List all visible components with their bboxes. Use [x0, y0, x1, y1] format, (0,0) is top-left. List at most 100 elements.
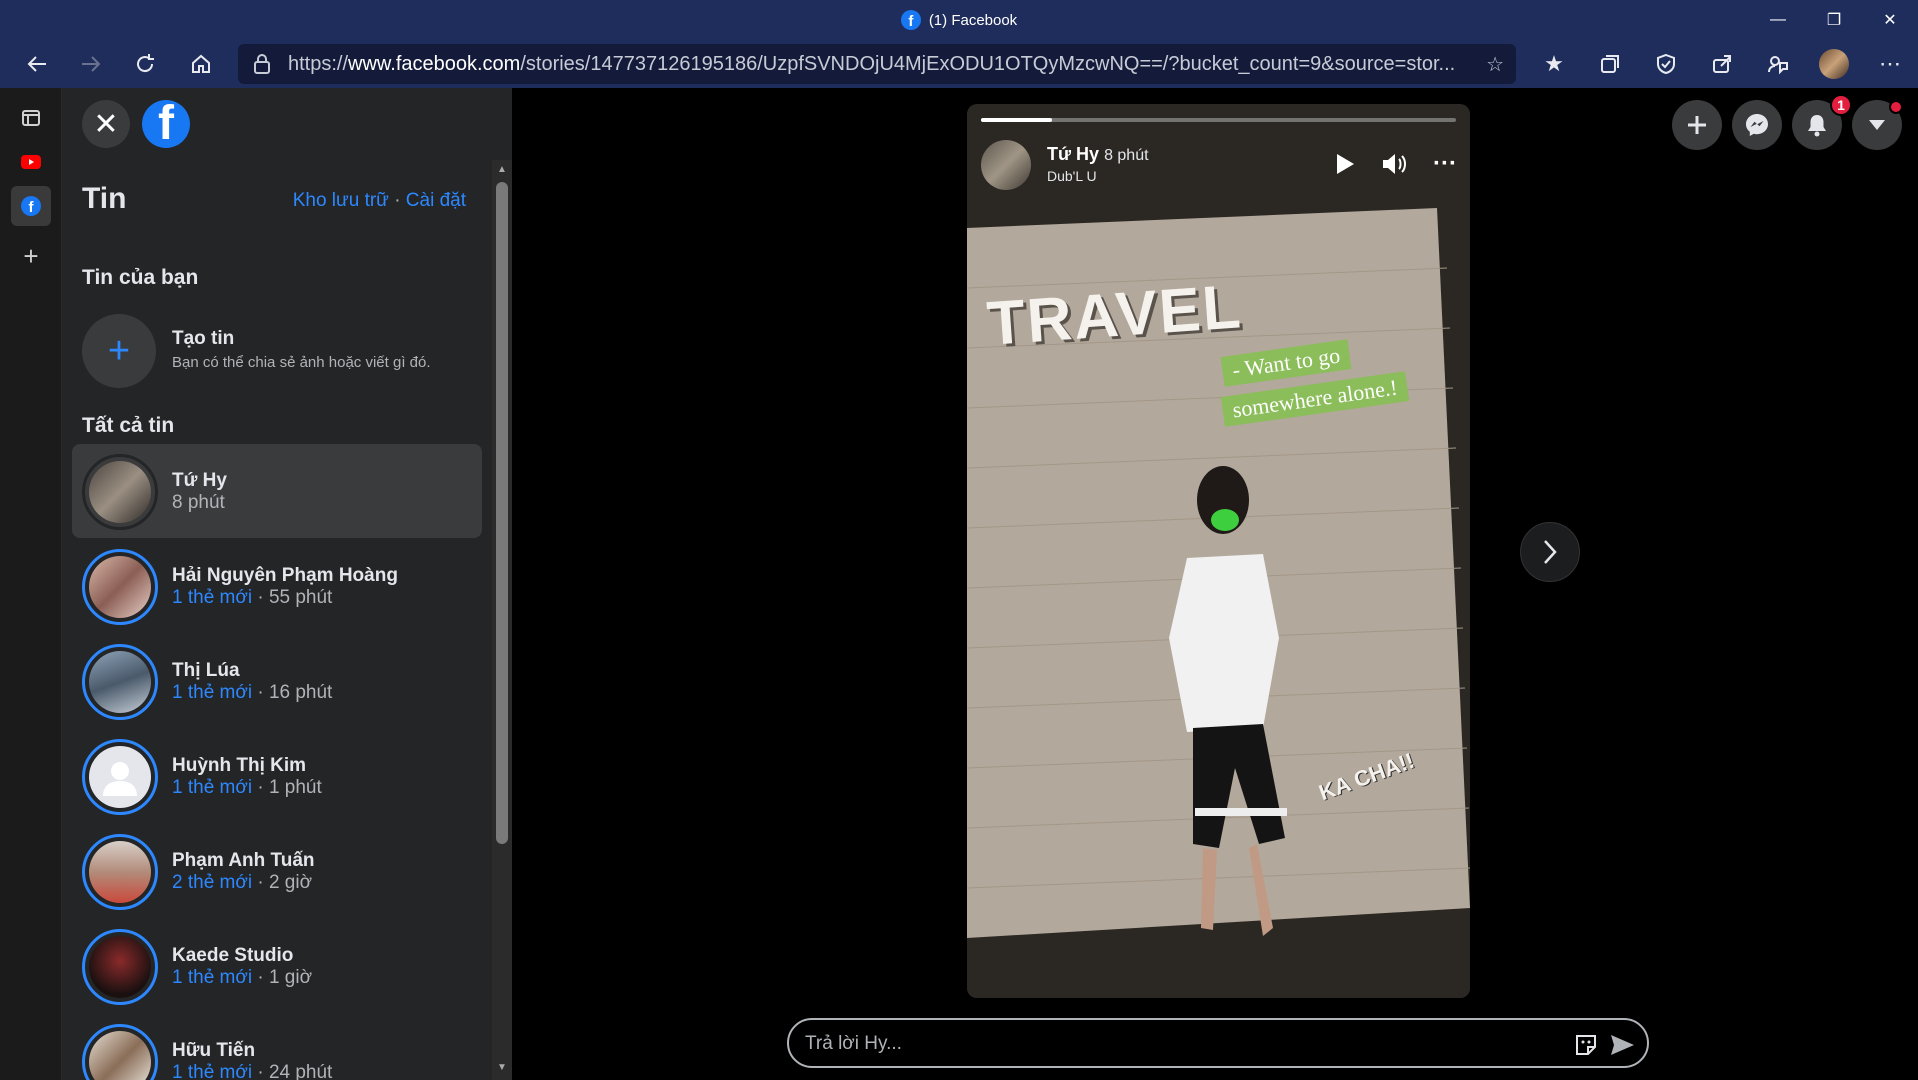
tab-youtube[interactable]: [11, 142, 51, 182]
close-window-button[interactable]: ✕: [1862, 0, 1918, 40]
settings-more-button[interactable]: ⋯: [1866, 44, 1914, 84]
url-scheme: https://: [288, 52, 349, 75]
panel-header: ✕ f: [62, 88, 512, 160]
create-story-button[interactable]: +: [82, 314, 156, 388]
story-item[interactable]: Hải Nguyên Phạm Hoàng 1 thẻ mới · 55 phú…: [72, 539, 482, 633]
settings-link[interactable]: Cài đặt: [406, 190, 466, 211]
back-button[interactable]: [14, 44, 60, 84]
facebook-logo[interactable]: f: [142, 100, 190, 148]
story-item[interactable]: Hữu Tiến 1 thẻ mới · 24 phút: [72, 1014, 482, 1080]
collections-icon: [1601, 55, 1619, 73]
collections-button[interactable]: [1586, 44, 1634, 84]
story-item[interactable]: Kaede Studio 1 thẻ mới · 1 giờ: [72, 919, 482, 1013]
story-meta: 1 thẻ mới · 24 phút: [172, 1062, 332, 1080]
default-avatar-icon: [89, 746, 151, 808]
address-bar[interactable]: https://www.facebook.com/stories/1477371…: [238, 44, 1516, 84]
story-item[interactable]: Huỳnh Thị Kim 1 thẻ mới · 1 phút: [72, 729, 482, 823]
feedback-button[interactable]: [1754, 44, 1802, 84]
story-author-name[interactable]: Tứ Hy: [1047, 144, 1099, 164]
story-item[interactable]: Thị Lúa 1 thẻ mới · 16 phút: [72, 634, 482, 728]
share-button[interactable]: [1698, 44, 1746, 84]
url-host: www.facebook.com: [348, 52, 521, 75]
browser-toolbar: https://www.facebook.com/stories/1477371…: [0, 40, 1918, 88]
caret-down-icon: [1869, 120, 1885, 130]
panel-scrollbar[interactable]: ▲ ▼: [492, 160, 512, 1080]
story-author-name: Thị Lúa: [172, 660, 240, 681]
extension-button[interactable]: [1642, 44, 1690, 84]
youtube-icon: [21, 155, 41, 169]
send-icon: [1611, 1035, 1634, 1055]
story-time: 2 giờ: [268, 872, 313, 893]
refresh-icon: [137, 54, 154, 73]
close-stories-button[interactable]: ✕: [82, 100, 130, 148]
more-horizontal-icon: ⋯: [1879, 51, 1901, 76]
next-story-button[interactable]: [1520, 522, 1580, 582]
scroll-thumb[interactable]: [496, 182, 508, 844]
story-author-name: Tứ Hy: [172, 470, 227, 491]
meta-separator: ·: [252, 1062, 269, 1080]
story-progress-bar: [981, 118, 1456, 122]
more-horizontal-icon: ···: [1433, 150, 1457, 177]
archive-link[interactable]: Kho lưu trữ: [293, 190, 389, 211]
create-story-subtitle: Bạn có thể chia sẻ ảnh hoặc viết gì đó.: [172, 354, 431, 371]
tab-facebook[interactable]: f: [11, 186, 51, 226]
facebook-icon: f: [21, 196, 41, 216]
story-time: 16 phút: [268, 682, 333, 703]
stories-heading: Tin: [82, 182, 127, 215]
story-options-button[interactable]: ···: [1427, 146, 1463, 182]
reply-input[interactable]: [805, 1030, 1565, 1058]
window-title: f (1) Facebook: [900, 10, 1018, 30]
story-item[interactable]: Phạm Anh Tuấn 2 thẻ mới · 2 giờ: [72, 824, 482, 918]
your-story-heading: Tin của bạn: [82, 266, 199, 289]
account-alert-dot: [1889, 100, 1903, 114]
stories-scroll-area[interactable]: Tin Kho lưu trữ · Cài đặt Tin của bạn + …: [62, 160, 492, 1080]
story-author-name: Phạm Anh Tuấn: [172, 850, 315, 871]
bell-icon: [1808, 115, 1826, 137]
avatar-ring: [82, 1024, 158, 1080]
avatar-ring: [82, 454, 158, 530]
feedback-icon: [1768, 56, 1788, 75]
favorites-button[interactable]: ★: [1530, 44, 1578, 84]
story-time: 55 phút: [268, 587, 333, 608]
meta-separator: ·: [252, 682, 269, 703]
sticker-button[interactable]: [1571, 1030, 1601, 1060]
story-meta: 1 thẻ mới · 1 phút: [172, 777, 322, 799]
meta-separator: ·: [252, 777, 269, 798]
lock-icon: [254, 54, 270, 74]
volume-icon: [1383, 154, 1406, 174]
window-title-text: (1) Facebook: [928, 11, 1018, 29]
story-author-name: Hải Nguyên Phạm Hoàng: [172, 565, 398, 586]
story-new-count: 1 thẻ mới: [172, 1062, 253, 1080]
tab-actions-button[interactable]: [11, 98, 51, 138]
scroll-up-arrow-icon[interactable]: ▲: [496, 164, 508, 178]
avatar: [89, 936, 151, 998]
restore-button[interactable]: ❐: [1806, 0, 1862, 40]
story-viewer[interactable]: TRAVEL - Want to go somewhere alone.! KA…: [967, 104, 1470, 998]
play-icon: [1337, 154, 1354, 174]
story-meta: 1 thẻ mới · 16 phút: [172, 682, 332, 704]
home-button[interactable]: [178, 44, 224, 84]
story-time: 1 giờ: [268, 967, 313, 988]
minimize-button[interactable]: —: [1750, 0, 1806, 40]
mute-button[interactable]: [1377, 146, 1413, 182]
refresh-button[interactable]: [122, 44, 168, 84]
back-arrow-icon: [27, 56, 46, 72]
person-silhouette-icon: [103, 762, 137, 796]
story-meta: 1 thẻ mới · 55 phút: [172, 587, 332, 609]
scroll-down-arrow-icon[interactable]: ▼: [496, 1062, 508, 1076]
story-item[interactable]: Tứ Hy 8 phút: [72, 444, 482, 538]
plus-icon: +: [23, 240, 39, 271]
play-button[interactable]: [1327, 146, 1363, 182]
add-favorite-icon[interactable]: ☆: [1486, 52, 1504, 77]
create-button[interactable]: [1672, 100, 1722, 150]
forward-button[interactable]: [68, 44, 114, 84]
profile-button[interactable]: [1810, 44, 1858, 84]
story-music[interactable]: Dub'L U: [1047, 168, 1097, 184]
new-tab-button[interactable]: +: [11, 236, 51, 276]
messenger-button[interactable]: [1732, 100, 1782, 150]
send-button[interactable]: [1607, 1030, 1637, 1060]
story-new-count: 1 thẻ mới: [172, 587, 253, 608]
create-story-title[interactable]: Tạo tin: [172, 328, 234, 350]
story-author-avatar[interactable]: [981, 140, 1031, 190]
story-meta: 8 phút: [172, 492, 225, 514]
